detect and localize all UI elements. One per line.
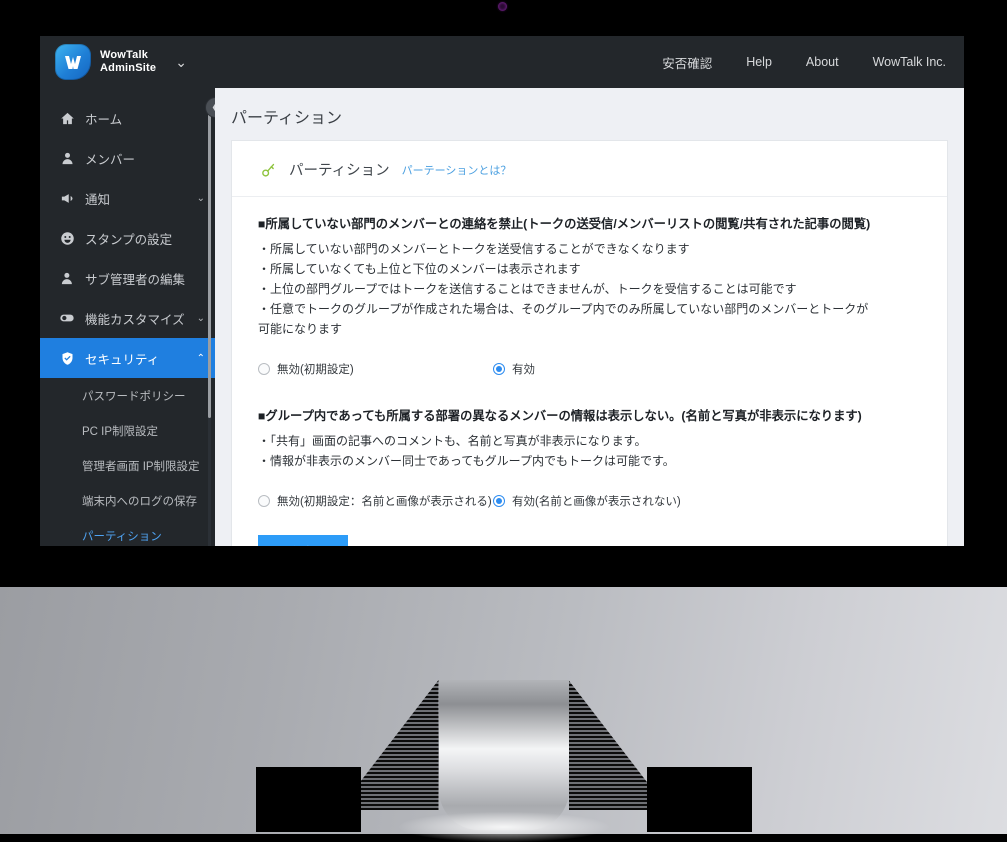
section2-radio-disabled[interactable]: 無効(初期設定：名前と画像が表示される) (258, 493, 493, 509)
section1-line-2: ・所属していなくても上位と下位のメンバーは表示されます (258, 262, 581, 276)
section1-line-4: ・任意でトークのグループが作成された場合は、そのグループ内でのみ所属していない部… (258, 302, 869, 336)
sidebar-item-label: 機能カスタマイズ (85, 312, 185, 327)
sidebar-item-label: スタンプの設定 (85, 232, 173, 247)
sidebar-item-label: メンバー (85, 152, 136, 167)
top-nav: 安否確認 Help About WowTalk Inc. (662, 53, 964, 72)
sidebar: ❮ ホーム メンバー (40, 88, 215, 546)
top-bar: WowTalk AdminSite ⌄ 安否確認 Help About WowT… (40, 36, 964, 88)
radio-label: 有効 (512, 364, 535, 376)
sidebar-subitem-partition[interactable]: パーティション (40, 518, 215, 546)
card-body: ■所属していない部門のメンバーとの連絡を禁止(トークの送受信/メンバーリストの閲… (232, 197, 947, 546)
sidebar-item-label: ホーム (85, 112, 123, 127)
chevron-down-icon[interactable]: ⌄ (175, 55, 187, 69)
section1-heading: ■所属していない部門のメンバーとの連絡を禁止(トークの送受信/メンバーリストの閲… (258, 217, 871, 231)
megaphone-icon (58, 191, 76, 206)
sidebar-subitem-pc-ip-restriction[interactable]: PC IP制限設定 (40, 413, 215, 448)
brand-area[interactable]: WowTalk AdminSite ⌄ (40, 44, 187, 80)
screen-viewport: WowTalk AdminSite ⌄ 安否確認 Help About WowT… (40, 36, 964, 546)
sidebar-item-feature-customize[interactable]: 機能カスタマイズ ⌄ (40, 298, 215, 338)
brand-line2: AdminSite (100, 62, 157, 74)
partition-card: パーティション パーテーションとは？ ■所属していない部門のメンバーとの連絡を禁… (231, 140, 948, 546)
section-restrict-other-departments: ■所属していない部門のメンバーとの連絡を禁止(トークの送受信/メンバーリストの閲… (258, 215, 921, 377)
sidebar-item-sub-admin-edit[interactable]: サブ管理者の編集 (40, 258, 215, 298)
body-row: ❮ ホーム メンバー (40, 88, 964, 546)
card-title: パーティション (289, 163, 390, 179)
monitor-stand (438, 680, 569, 830)
content-area: パーティション パーティション パーテーションとは？ ■所属していない部門のメン… (215, 88, 964, 546)
radio-label: 無効(初期設定：名前と画像が表示される) (277, 496, 492, 508)
section1-line-3: ・上位の部門グループではトークを送信することはできませんが、トークを受信すること… (258, 282, 797, 296)
section1-radio-disabled[interactable]: 無効(初期設定) (258, 361, 493, 377)
chevron-up-icon: ⌃ (196, 352, 205, 364)
monitor-mockup: WowTalk AdminSite ⌄ 安否確認 Help About WowT… (0, 0, 1007, 842)
topnav-about[interactable]: About (806, 55, 839, 69)
section2-line-2: ・情報が非表示のメンバー同士であってもグループ内でもトークは可能です。 (258, 454, 675, 468)
brand-line1: WowTalk (100, 49, 149, 61)
what-is-partition-link[interactable]: パーテーションとは？ (402, 162, 512, 178)
radio-label: 有効(名前と画像が表示されない) (512, 496, 681, 508)
topnav-safety-check[interactable]: 安否確認 (662, 53, 712, 72)
user-edit-icon (58, 271, 76, 286)
sidebar-subitem-device-log-storage[interactable]: 端末内へのログの保存 (40, 483, 215, 518)
sidebar-item-label: サブ管理者の編集 (85, 272, 186, 287)
admin-site-app: WowTalk AdminSite ⌄ 安否確認 Help About WowT… (40, 36, 964, 546)
key-icon (260, 161, 277, 178)
topnav-company[interactable]: WowTalk Inc. (873, 55, 946, 69)
chevron-down-icon: ⌄ (196, 312, 205, 324)
shield-icon (58, 351, 76, 366)
topnav-help[interactable]: Help (746, 55, 772, 69)
stand-foot-right (646, 767, 752, 832)
sidebar-menu: ホーム メンバー 通知 ⌄ スタンプの設定 サブ管理者の編集 機能カスタマイズ … (40, 88, 215, 546)
sidebar-item-label: セキュリティ (85, 352, 160, 367)
chevron-down-icon: ⌄ (196, 192, 205, 204)
sidebar-item-security[interactable]: セキュリティ ⌃ (40, 338, 215, 378)
sidebar-scrollbar-thumb[interactable] (208, 112, 211, 418)
sidebar-item-members[interactable]: メンバー (40, 138, 215, 178)
page-title: パーティション (231, 110, 343, 127)
user-icon (58, 151, 76, 166)
radio-indicator-selected (493, 495, 505, 507)
section2-line-1: ・「共有」画面の記事へのコメントも、名前と写真が非表示になります。 (258, 434, 647, 448)
section1-radio-group: 無効(初期設定) 有効 (258, 361, 921, 377)
section1-line-1: ・所属していない部門のメンバーとトークを送受信することができなくなります (258, 242, 690, 256)
wowtalk-logo-icon (55, 44, 91, 80)
card-header: パーティション パーテーションとは？ (232, 141, 947, 197)
sidebar-subitem-admin-ip-restriction[interactable]: 管理者画面 IP制限設定 (40, 448, 215, 483)
section2-radio-group: 無効(初期設定：名前と画像が表示される) 有効(名前と画像が表示されない) (258, 493, 921, 509)
sidebar-subitem-password-policy[interactable]: パスワードポリシー (40, 378, 215, 413)
radio-label: 無効(初期設定) (277, 364, 354, 376)
radio-indicator-selected (493, 363, 505, 375)
toggle-icon (58, 310, 76, 326)
radio-indicator (258, 363, 270, 375)
home-icon (58, 111, 76, 126)
save-button[interactable]: 保存 (258, 535, 348, 546)
section2-radio-enabled[interactable]: 有効(名前と画像が表示されない) (493, 493, 681, 509)
sidebar-item-stamp-settings[interactable]: スタンプの設定 (40, 218, 215, 258)
radio-indicator (258, 495, 270, 507)
webcam-icon (498, 2, 507, 11)
section1-radio-enabled[interactable]: 有効 (493, 361, 535, 377)
brand-text: WowTalk AdminSite (100, 49, 156, 75)
stand-reflection (398, 812, 609, 842)
sidebar-item-notifications[interactable]: 通知 ⌄ (40, 178, 215, 218)
smiley-icon (58, 231, 76, 246)
sidebar-item-home[interactable]: ホーム (40, 98, 215, 138)
section-hide-member-info: ■グループ内であっても所属する部署の異なるメンバーの情報は表示しない。(名前と写… (258, 407, 921, 509)
section2-heading: ■グループ内であっても所属する部署の異なるメンバーの情報は表示しない。(名前と写… (258, 409, 862, 423)
sidebar-item-label: 通知 (85, 192, 111, 207)
stand-foot-left (255, 767, 361, 832)
